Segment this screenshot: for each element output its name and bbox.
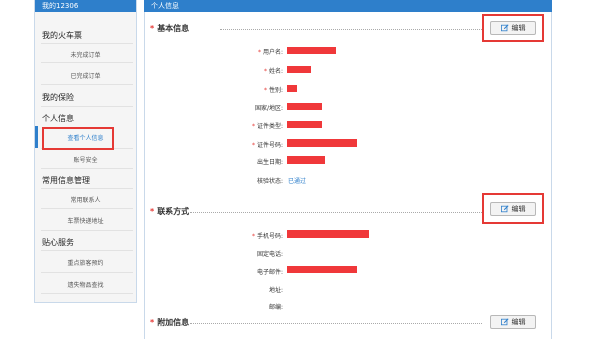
main-header: 个人信息 [144,0,552,12]
sidebar-header: 我的12306 [35,0,136,12]
highlight-box-edit-contact [482,193,544,224]
menu-item-unfinished-orders[interactable]: 未完成订单 [35,50,136,59]
divider [41,230,133,231]
divider [41,43,133,44]
divider [41,208,133,209]
redacted-username [287,47,336,54]
field-label-verify-status: 核验状态: [256,178,283,185]
section-title-basic-info: * 基本信息 [150,24,190,33]
edit-button-additional[interactable]: 编辑 [490,315,536,329]
redacted-country [287,103,322,110]
section-divider [220,29,482,30]
field-label-country: 国家/地区: [254,105,283,112]
divider [41,250,133,251]
section-divider [190,323,482,324]
highlight-box-view-info [42,127,114,150]
field-label-id-number: * 证件号码: [251,142,283,149]
redacted-id-number [287,139,357,147]
section-title-contact: * 联系方式 [150,207,190,216]
divider [41,168,133,169]
redacted-email [287,266,357,273]
menu-item-account-security[interactable]: 账号安全 [35,155,136,164]
redacted-mobile [287,230,369,238]
divider [41,62,133,63]
divider [41,84,133,85]
field-label-gender: * 性别: [263,87,283,94]
field-label-id-type: * 证件类型: [251,123,283,130]
redacted-gender [287,85,297,92]
menu-item-contacts[interactable]: 常用联系人 [35,195,136,204]
menu-group-common-info[interactable]: 常用信息管理 [35,175,90,186]
field-label-address: 地址: [268,287,283,294]
divider [41,188,133,189]
menu-item-lost-found[interactable]: 遗失物品查找 [35,280,136,289]
menu-item-finished-orders[interactable]: 已完成订单 [35,71,136,80]
field-label-mobile: * 手机号码: [251,233,283,240]
section-title-additional: * 附加信息 [150,318,190,327]
redacted-id-type [287,121,322,128]
field-label-name: * 姓名: [263,68,283,75]
redacted-name [287,66,311,73]
menu-group-tickets[interactable]: 我的火车票 [35,30,82,41]
divider [41,272,133,273]
menu-item-delivery-address[interactable]: 车票快递地址 [35,216,136,225]
divider [41,293,133,294]
menu-item-priority-passenger[interactable]: 重点旅客预约 [35,258,136,267]
field-label-email: 电子邮件: [256,269,283,276]
edit-icon [500,318,509,326]
menu-group-personal-info[interactable]: 个人信息 [35,113,74,124]
field-label-postcode: 邮编: [268,304,283,311]
verify-status-value: 已通过 [288,178,307,185]
field-label-birthdate: 出生日期: [256,159,283,166]
highlight-box-edit-basic [482,14,544,42]
divider [41,106,133,107]
menu-group-services[interactable]: 贴心服务 [35,237,74,248]
menu-group-insurance[interactable]: 我的保险 [35,92,74,103]
sidebar: 我的12306 我的火车票 未完成订单 已完成订单 我的保险 个人信息 查看个人… [34,0,137,303]
field-label-phone: 固定电话: [256,251,283,258]
field-label-username: * 用户名: [257,49,283,56]
section-divider [190,212,482,213]
redacted-birthdate [287,156,325,164]
